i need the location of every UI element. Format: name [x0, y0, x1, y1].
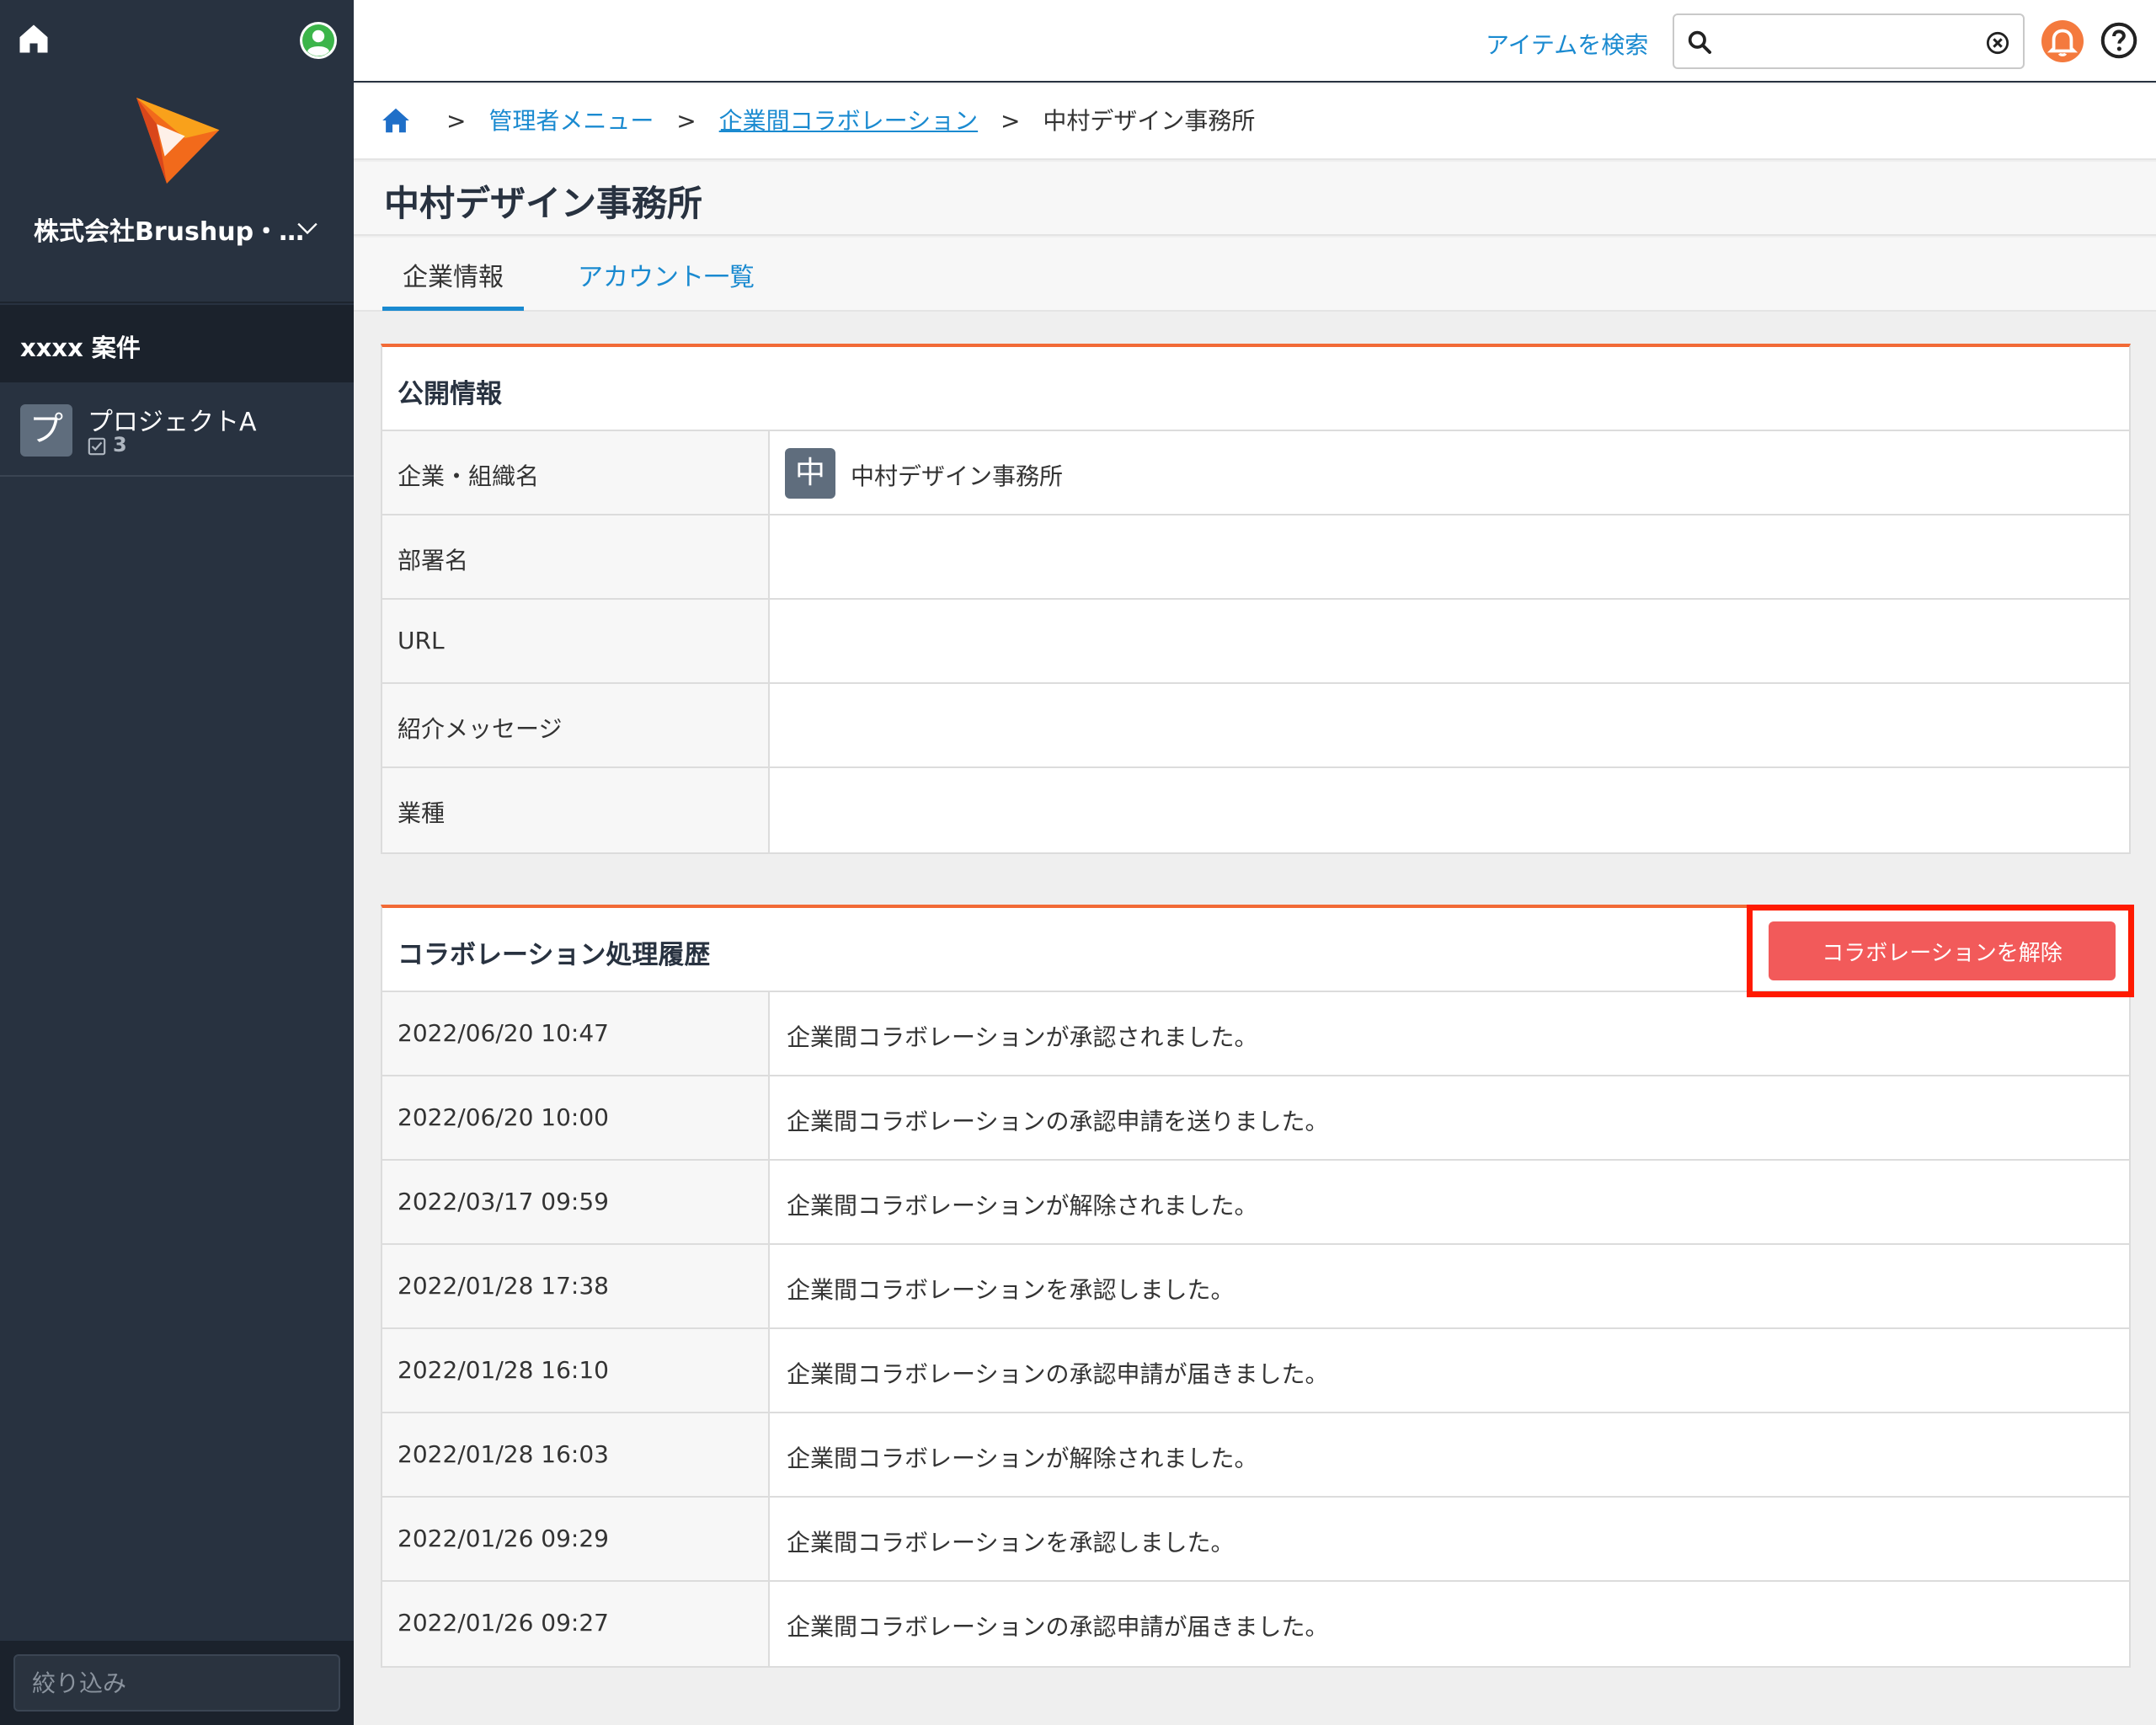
- home-icon[interactable]: [379, 104, 413, 136]
- tab-active-indicator: [382, 307, 524, 311]
- history-message: 企業間コラボレーションを承認しました。: [787, 1276, 1235, 1304]
- table-row: 業種: [382, 768, 2129, 852]
- row-value: [771, 768, 2129, 852]
- company-avatar: 中: [785, 448, 835, 499]
- row-label: 企業・組織名: [382, 431, 770, 514]
- table-row: 2022/01/26 09:27 企業間コラボレーションの承認申請が届きました。: [382, 1582, 2129, 1666]
- table-row: 2022/01/28 16:03 企業間コラボレーションが解除されました。: [382, 1413, 2129, 1498]
- brand-logo: [136, 98, 220, 184]
- panel-header: 公開情報: [382, 347, 2129, 431]
- breadcrumb-separator: >: [676, 107, 696, 135]
- home-icon[interactable]: [15, 20, 52, 57]
- table-row: 2022/03/17 09:59 企業間コラボレーションが解除されました。: [382, 1161, 2129, 1245]
- table-row: 2022/06/20 10:00 企業間コラボレーションの承認申請を送りました。: [382, 1076, 2129, 1161]
- filter-input[interactable]: [13, 1654, 340, 1712]
- panel-title: 公開情報: [398, 379, 502, 409]
- company-name: 中村デザイン事務所: [851, 462, 1064, 490]
- table-row: URL: [382, 600, 2129, 684]
- search-box[interactable]: [1673, 13, 2025, 69]
- row-label: 部署名: [382, 515, 770, 598]
- table-row: 2022/01/28 17:38 企業間コラボレーションを承認しました。: [382, 1245, 2129, 1329]
- row-label: URL: [382, 600, 770, 682]
- history-time: 2022/01/28 16:10: [382, 1329, 770, 1412]
- org-name[interactable]: 株式会社Brushup・…: [34, 211, 304, 248]
- task-check-icon: [88, 437, 106, 456]
- history-time: 2022/01/28 17:38: [382, 1245, 770, 1327]
- public-info-panel: 公開情報 企業・組織名 中 中村デザイン事務所 部署名 URL 紹介メッセージ …: [381, 344, 2131, 854]
- table-row: 2022/06/20 10:47 企業間コラボレーションが承認されました。: [382, 992, 2129, 1076]
- row-label: 業種: [382, 768, 770, 852]
- breadcrumb-collab[interactable]: 企業間コラボレーション: [719, 107, 978, 135]
- history-message: 企業間コラボレーションの承認申請を送りました。: [787, 1108, 1329, 1135]
- sidebar: 株式会社Brushup・… xxxx 案件 プ プロジェクトA 3: [0, 0, 354, 1725]
- history-time: 2022/03/17 09:59: [382, 1161, 770, 1243]
- history-message: 企業間コラボレーションを承認しました。: [787, 1529, 1235, 1557]
- bell-icon[interactable]: [2041, 20, 2084, 62]
- row-value: 中 中村デザイン事務所: [771, 431, 2129, 514]
- history-time: 2022/06/20 10:00: [382, 1076, 770, 1159]
- chevron-down-icon[interactable]: [296, 219, 318, 238]
- history-message: 企業間コラボレーションの承認申請が届きました。: [787, 1613, 1329, 1641]
- user-icon[interactable]: [298, 20, 339, 61]
- collab-history-panel: コラボレーション処理履歴 2022/06/20 10:47 企業間コラボレーショ…: [381, 905, 2131, 1668]
- panel-title: コラボレーション処理履歴: [398, 940, 711, 970]
- help-icon[interactable]: [2100, 22, 2137, 59]
- table-row: 企業・組織名 中 中村デザイン事務所: [382, 431, 2129, 515]
- breadcrumb-current: 中村デザイン事務所: [1043, 107, 1256, 135]
- page-title: 中村デザイン事務所: [384, 183, 703, 224]
- project-avatar: プ: [20, 404, 72, 457]
- row-value: [771, 600, 2129, 682]
- table-row: 2022/01/26 09:29 企業間コラボレーションを承認しました。: [382, 1498, 2129, 1582]
- history-time: 2022/01/28 16:03: [382, 1413, 770, 1496]
- table-row: 部署名: [382, 515, 2129, 600]
- header: アイテムを検索: [354, 0, 2156, 83]
- history-message: 企業間コラボレーションが承認されました。: [787, 1023, 1258, 1051]
- history-message: 企業間コラボレーションが解除されました。: [787, 1192, 1258, 1220]
- table-row: 紹介メッセージ: [382, 684, 2129, 768]
- search-icon: [1688, 30, 1711, 54]
- search-input[interactable]: [1721, 24, 1974, 61]
- sidebar-item-project[interactable]: プ プロジェクトA 3: [0, 384, 354, 477]
- breadcrumb-separator: >: [446, 107, 467, 135]
- row-value: [771, 515, 2129, 598]
- filter-area: [0, 1641, 354, 1725]
- breadcrumb-separator: >: [1001, 107, 1021, 135]
- history-time: 2022/01/26 09:29: [382, 1498, 770, 1580]
- row-value: [771, 684, 2129, 766]
- tab-bar: 企業情報 アカウント一覧: [354, 238, 2156, 312]
- history-message: 企業間コラボレーションの承認申請が届きました。: [787, 1360, 1329, 1388]
- sidebar-divider: [0, 302, 354, 303]
- tab-company-info[interactable]: 企業情報: [403, 256, 504, 293]
- title-area: 中村デザイン事務所: [354, 162, 2156, 236]
- table-row: 2022/01/28 16:10 企業間コラボレーションの承認申請が届きました。: [382, 1329, 2129, 1413]
- history-time: 2022/01/26 09:27: [382, 1582, 770, 1666]
- breadcrumb-admin-menu[interactable]: 管理者メニュー: [488, 107, 654, 135]
- history-message: 企業間コラボレーションが解除されました。: [787, 1445, 1258, 1472]
- breadcrumb: > 管理者メニュー > 企業間コラボレーション > 中村デザイン事務所: [354, 84, 2156, 160]
- search-label[interactable]: アイテムを検索: [1486, 27, 1648, 61]
- project-task-count: 3: [113, 433, 127, 457]
- sidebar-section-header[interactable]: xxxx 案件: [0, 305, 354, 382]
- clear-icon[interactable]: [1986, 31, 2009, 55]
- history-time: 2022/06/20 10:47: [382, 992, 770, 1075]
- release-collab-button[interactable]: コラボレーションを解除: [1769, 921, 2116, 980]
- row-label: 紹介メッセージ: [382, 684, 770, 766]
- section-title: xxxx 案件: [20, 334, 141, 362]
- tab-account-list[interactable]: アカウント一覧: [578, 256, 755, 293]
